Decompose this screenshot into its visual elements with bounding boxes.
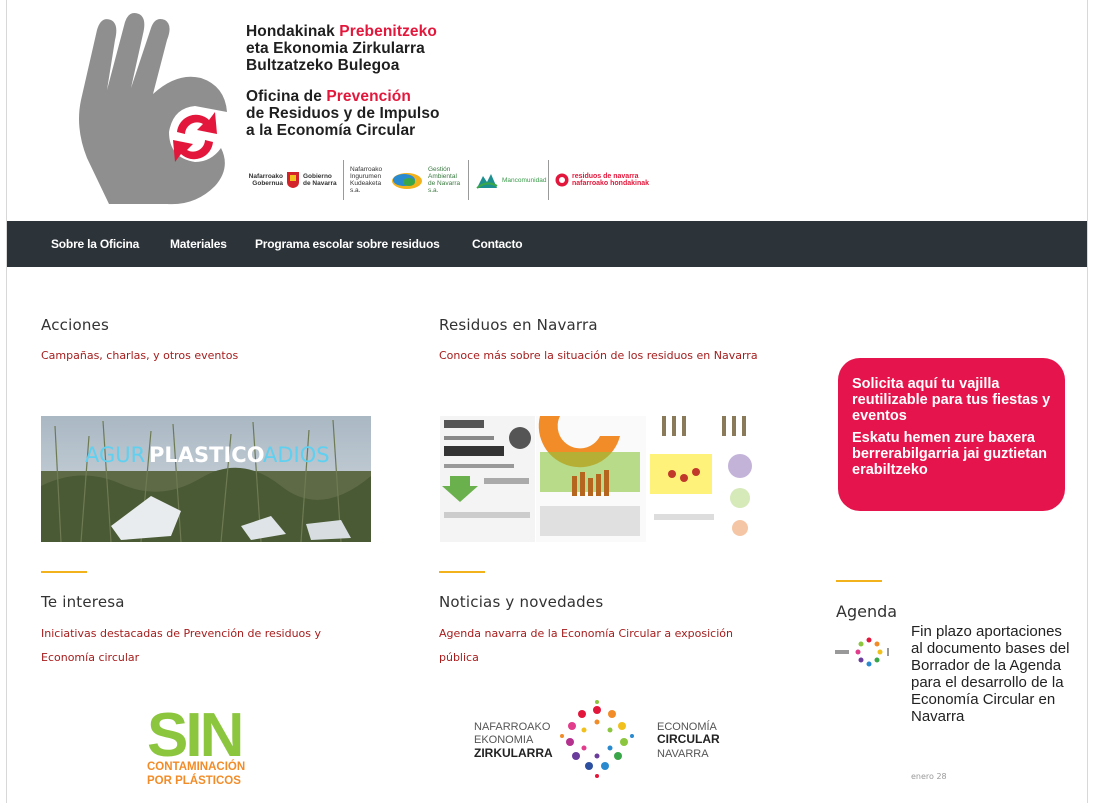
section-accent-bar	[41, 571, 87, 573]
residuos-drop-icon	[555, 173, 569, 187]
title-line-es-3: a la Economía Circular	[246, 122, 416, 139]
title-line-eu-1: Hondakinak Prebenitzeko	[246, 23, 437, 40]
section-accent-bar	[439, 571, 485, 573]
title-line-eu-3: Bultzatzeko Bulegoa	[246, 57, 400, 74]
promo-text-es: Solicita aquí tu vajilla reutilizable pa…	[852, 376, 1051, 424]
svg-text:NAVARRA: NAVARRA	[657, 748, 709, 760]
banner-text-agur: AGUR	[85, 443, 145, 467]
nav-item-contacto[interactable]: Contacto	[472, 237, 523, 251]
site-header: Hondakinak Prebenitzeko eta Ekonomia Zir…	[7, 0, 1087, 221]
nav-item-programa-escolar[interactable]: Programa escolar sobre residuos	[255, 237, 440, 251]
nav-item-sobre-la-oficina[interactable]: Sobre la Oficina	[51, 237, 139, 251]
promo-text-eu: Eskatu hemen zure baxera berrerabilgarri…	[852, 430, 1048, 478]
sponsor-logos: Nafarroako Gobernua Gobierno de Navarra …	[245, 158, 715, 202]
office-title: Hondakinak Prebenitzeko eta Ekonomia Zir…	[246, 23, 440, 139]
logo-sub-line2: POR PLÁSTICOS	[147, 774, 241, 787]
banner-text-plastico: PLASTICO	[149, 443, 265, 467]
title-line-eu-2: eta Ekonomia Zirkularra	[246, 40, 425, 57]
banner-image: AGUR PLASTICO ADIOS	[41, 416, 371, 542]
nav-item-materiales[interactable]: Materiales	[170, 237, 227, 251]
link-te-interesa[interactable]: Iniciativas destacadas de Prevención de …	[41, 622, 371, 670]
link-residuos[interactable]: Conoce más sobre la situación de los res…	[439, 344, 769, 368]
sponsor-divider	[548, 160, 549, 200]
vajilla-reutilizable-promo[interactable]: Solicita aquí tu vajilla reutilizable pa…	[838, 358, 1065, 511]
gobierno-navarra-logo[interactable]: Nafarroako Gobernua Gobierno de Navarra	[245, 171, 337, 189]
mancomunidad-logo[interactable]: Mancomunidad	[475, 170, 546, 190]
title-line-es-2: de Residuos y de Impulso	[246, 105, 440, 122]
agenda-event-title[interactable]: Fin plazo aportaciones al documento base…	[911, 623, 1076, 725]
svg-text:EKONOMIA: EKONOMIA	[474, 734, 534, 746]
gan-swirl-icon	[392, 173, 422, 189]
agenda-event-date: enero 28	[911, 772, 947, 781]
sponsor-divider	[468, 160, 469, 200]
banner-text-adios: ADIOS	[263, 443, 330, 467]
residuos-navarra-logo[interactable]: residuos de navarra nafarroako hondakina…	[555, 172, 649, 188]
section-title-residuos: Residuos en Navarra	[439, 316, 598, 334]
office-logo-hand-icon[interactable]	[45, 8, 245, 213]
svg-text:CIRCULAR: CIRCULAR	[657, 732, 720, 746]
event-thumbnail-icon[interactable]	[833, 632, 893, 670]
section-accent-bar	[836, 580, 882, 582]
main-navigation: Sobre la Oficina Materiales Programa esc…	[7, 221, 1087, 267]
section-title-agenda: Agenda	[836, 602, 898, 621]
logo-sub-line1: CONTAMINACIÓN	[147, 760, 245, 773]
section-title-acciones: Acciones	[41, 316, 109, 334]
title-line-es-1: Oficina de Prevención	[246, 88, 411, 105]
mancomunidad-icon	[476, 174, 498, 189]
svg-text:ZIRKULARRA: ZIRKULARRA	[474, 746, 553, 760]
link-acciones[interactable]: Campañas, charlas, y otros eventos	[41, 344, 371, 368]
navarra-shield-icon	[287, 172, 299, 188]
section-title-te-interesa: Te interesa	[41, 593, 125, 611]
sin-contaminacion-logo[interactable]: SIN CONTAMINACIÓN POR PLÁSTICOS	[145, 702, 275, 792]
circular-dots-icon	[560, 700, 634, 778]
link-noticias[interactable]: Agenda navarra de la Economía Circular a…	[439, 622, 769, 670]
sponsor-divider	[343, 160, 344, 200]
svg-text:NAFARROAKO: NAFARROAKO	[474, 721, 551, 733]
infographic-image	[440, 416, 770, 542]
agur-plastico-banner[interactable]: AGUR PLASTICO ADIOS	[41, 416, 371, 542]
logo-sin-text: SIN	[147, 702, 241, 770]
residuos-infographic[interactable]	[440, 416, 770, 542]
section-title-noticias: Noticias y novedades	[439, 593, 604, 611]
nilsa-gan-logo[interactable]: Nafarroako Ingurumen Kudeaketa s.a. Gest…	[350, 166, 462, 194]
economia-circular-logo[interactable]: NAFARROAKO EKONOMIA ZIRKULARRA ECONOMÍA …	[472, 700, 757, 780]
